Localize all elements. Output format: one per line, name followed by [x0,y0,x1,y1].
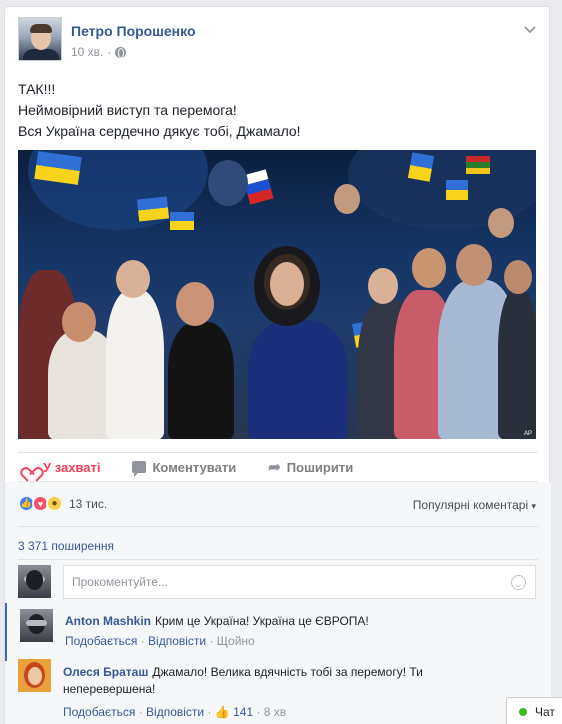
post-meta: 10 хв. · [71,45,127,59]
author-avatar[interactable] [18,17,62,61]
comment-sort-label: Популярні коментарі [412,498,529,512]
reaction-summary[interactable]: 👍 ♥ ● 13 тис. [18,495,107,512]
comment-time[interactable]: Щойно [217,634,255,648]
share-label: Поширити [286,459,354,475]
globe-icon[interactable] [115,46,127,58]
online-status-dot [519,708,527,716]
comment-label: Коментувати [152,459,237,475]
post-card: Петро Порошенко 10 хв. · ТАК!!! Неймовір… [4,6,551,724]
commenter-name[interactable]: Anton Mashkin [65,614,151,628]
comment-reply-link[interactable]: Відповісти [146,705,204,719]
reaction-count[interactable]: 13 тис. [69,497,107,511]
share-button[interactable]: ➦ Поширити [268,458,353,476]
comment-like-link[interactable]: Подобається [65,634,137,648]
post-line: ТАК!!! [18,81,56,97]
divider [18,526,538,527]
action-bar: У захваті Коментувати ➦ Поширити [18,452,538,482]
post-line: Неймовірний виступ та перемога! [18,102,237,118]
comment-input[interactable]: Прокоментуйте... [63,565,536,599]
chat-label: Чат [535,705,555,719]
meta-separator: · [107,45,112,59]
post-time[interactable]: 10 хв. [71,45,103,59]
comment-button[interactable]: Коментувати [132,459,237,477]
comment-input-placeholder: Прокоментуйте... [72,575,168,589]
chevron-down-icon: ▾ [531,501,536,511]
commenter-name[interactable]: Олеся Браташ [63,665,148,679]
post-header: Петро Порошенко 10 хв. · [18,17,538,63]
post-text: ТАК!!! Неймовірний виступ та перемога! В… [18,79,538,142]
comment-icon [132,461,147,477]
divider [18,559,538,560]
comment: Олеся Браташ Джамало! Велика вдячність то… [5,653,551,723]
comment-meta: Подобається · Відповісти · Щойно [65,634,255,648]
chevron-down-icon[interactable] [524,23,536,35]
heart-icon [24,461,37,473]
smiley-icon[interactable] [511,575,526,590]
share-icon: ➦ [268,459,281,476]
comment-like-link[interactable]: Подобається [63,705,135,719]
comment-reply-link[interactable]: Відповісти [148,634,206,648]
post-photo[interactable]: AP [18,150,536,439]
photo-credit: AP [523,431,532,437]
current-user-avatar [18,565,51,598]
author-name[interactable]: Петро Порошенко [71,23,196,39]
react-label: У захваті [43,459,101,475]
comment-body: Anton Mashkin Крим це Україна! Україна це… [65,613,525,630]
react-button[interactable]: У захваті [24,460,100,475]
thumbs-up-icon: 👍 [214,705,230,719]
comment-body: Олеся Браташ Джамало! Велика вдячність то… [63,664,483,698]
comment-sort-dropdown[interactable]: Популярні коментарі ▾ [413,498,536,512]
comment-text: Крим це Україна! Україна це ЄВРОПА! [155,614,369,628]
commenter-avatar[interactable] [20,609,53,642]
comment-like-count[interactable]: 141 [233,705,253,719]
chat-tab[interactable]: Чат [506,697,562,724]
share-count[interactable]: 3 371 поширення [18,539,114,553]
comment-meta: Подобається · Відповісти · 👍 141 · 8 хв [63,705,287,719]
wow-reaction-icon: ● [46,495,63,512]
comment-time[interactable]: 8 хв [264,705,286,719]
commenter-avatar[interactable] [18,659,51,692]
post-line: Вся Україна сердечно дякує тобі, Джамало… [18,123,301,139]
